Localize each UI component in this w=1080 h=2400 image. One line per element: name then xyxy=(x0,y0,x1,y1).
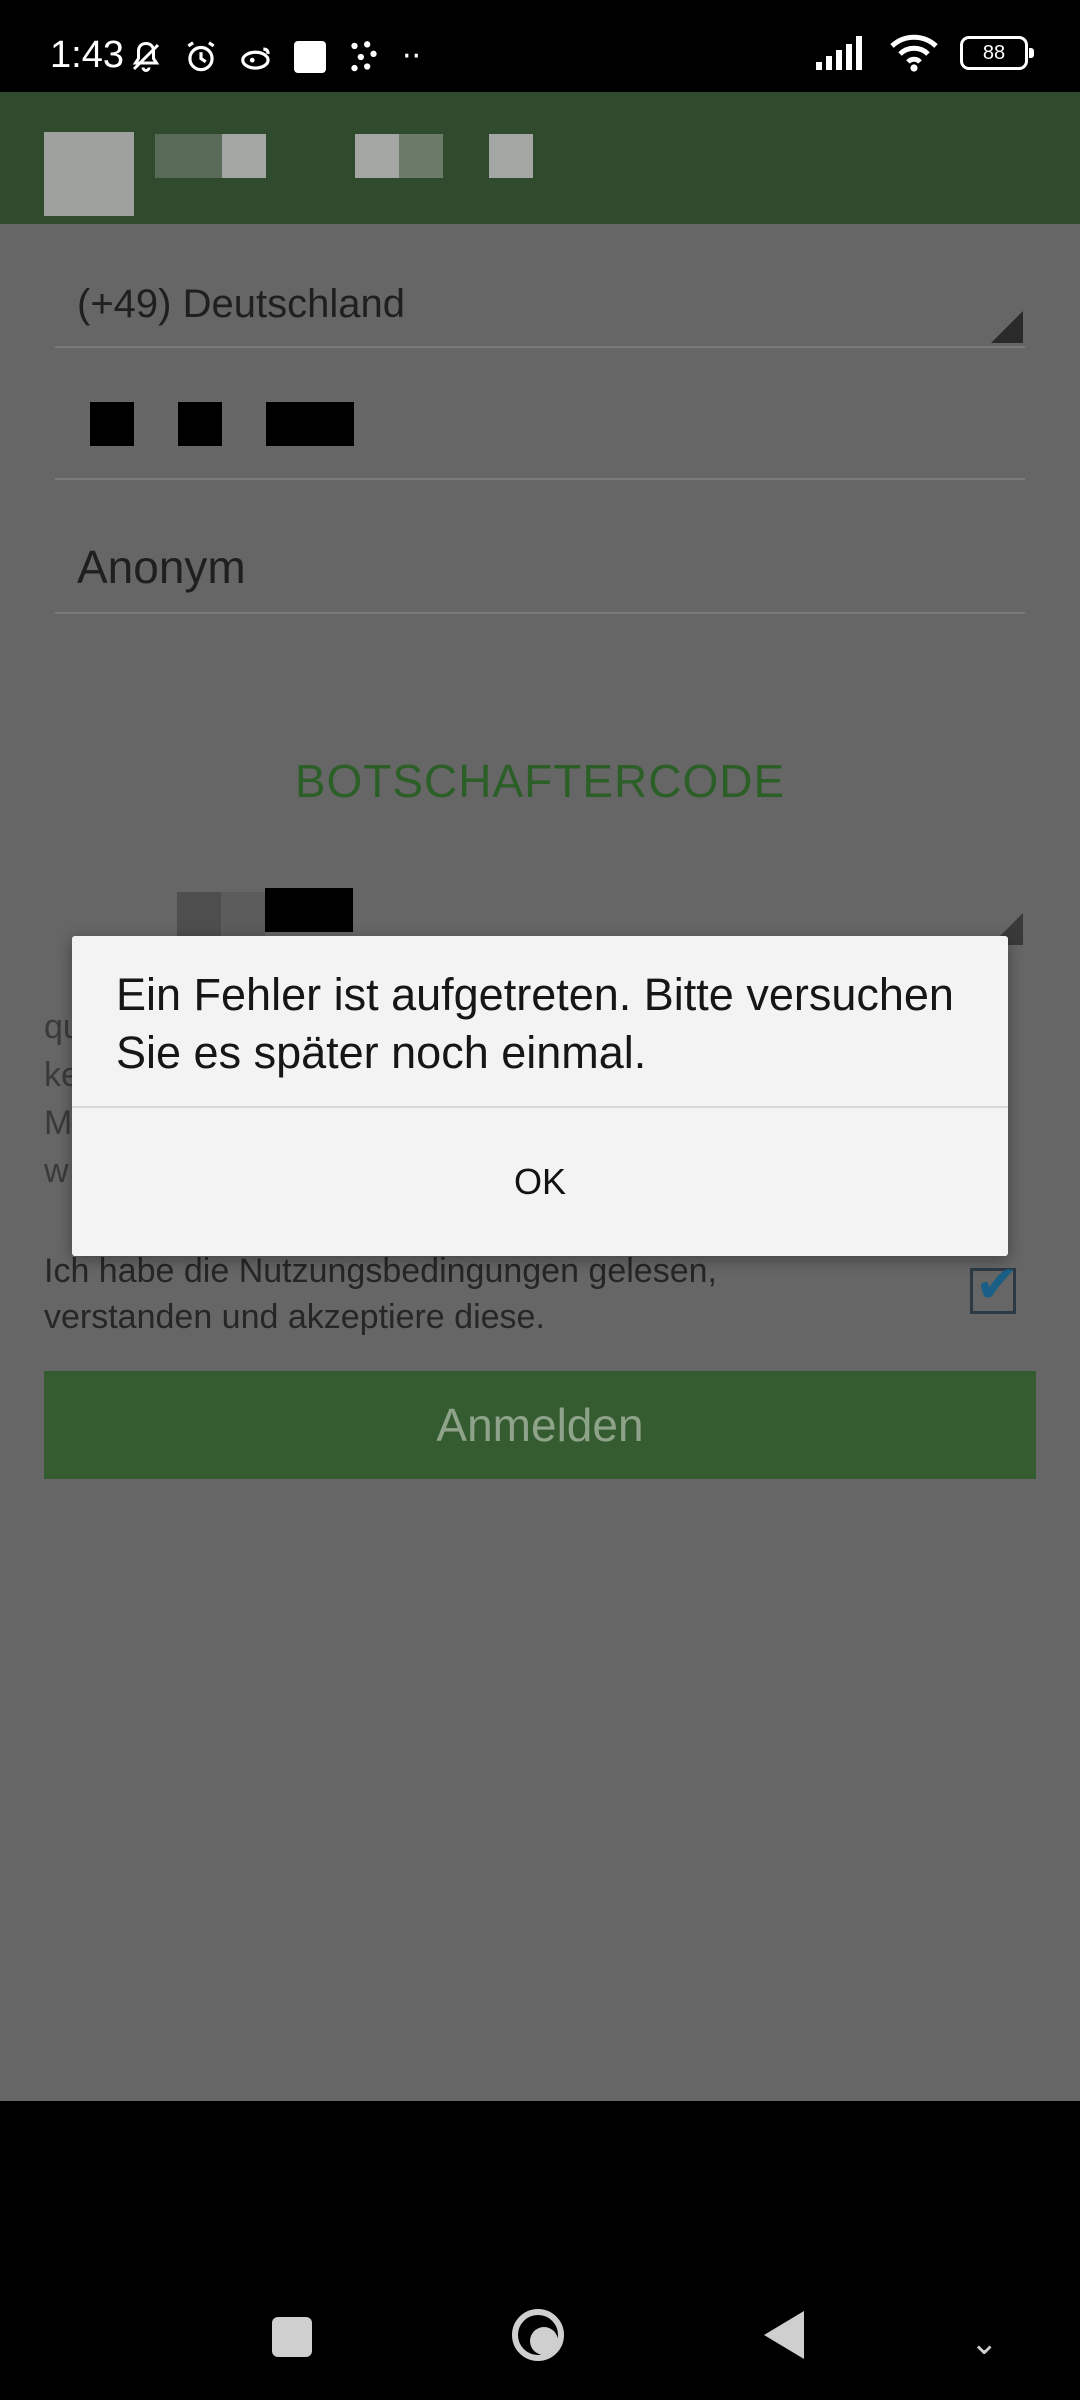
recent-apps-icon[interactable] xyxy=(272,2317,312,2357)
redacted-title-block xyxy=(222,134,266,178)
navigation-bar: ⌄ xyxy=(0,2101,1080,2400)
back-icon[interactable] xyxy=(764,2311,804,2359)
app-logo xyxy=(44,132,134,216)
wifi-icon xyxy=(890,34,938,72)
redacted-phone-block xyxy=(266,402,354,446)
dots-app-icon xyxy=(351,41,377,72)
app-bar xyxy=(0,92,1080,224)
check-icon: ✔ xyxy=(975,1255,1019,1315)
error-message: Ein Fehler ist aufgetreten. Bitte versuc… xyxy=(116,969,954,1078)
login-button[interactable]: Anmelden xyxy=(44,1371,1036,1479)
redacted-phone-block xyxy=(178,402,222,446)
ok-button[interactable]: OK xyxy=(72,1108,1008,1256)
phone-number-field[interactable] xyxy=(55,374,1025,480)
battery-icon: 88 xyxy=(960,36,1034,70)
info-text-line: w xyxy=(44,1152,69,1190)
redacted-title-block xyxy=(489,134,533,178)
country-value: (+49) Deutschland xyxy=(77,282,405,326)
more-notifications-icon: ·· xyxy=(402,39,422,74)
status-time: 1:43 xyxy=(50,34,124,76)
signal-icon xyxy=(816,36,862,70)
bell-muted-icon xyxy=(132,41,160,72)
status-bar: 1:43 ·· 88 xyxy=(0,0,1080,92)
status-left-icons: ·· xyxy=(128,38,421,76)
alarm-icon xyxy=(187,41,215,72)
country-spinner[interactable]: (+49) Deutschland xyxy=(55,274,1025,348)
redacted-title-block xyxy=(355,134,399,178)
redacted-code-block xyxy=(265,888,353,932)
redacted-code-block xyxy=(221,892,265,936)
square-notification-icon xyxy=(294,41,326,73)
dropdown-arrow-icon xyxy=(991,311,1023,343)
status-right-icons: 88 xyxy=(816,34,1034,72)
app-notification-icon xyxy=(241,47,270,70)
nav-extra-icon[interactable]: ⌄ xyxy=(970,2323,999,2363)
ambassador-code-button[interactable]: BOTSCHAFTERCODE xyxy=(0,754,1080,808)
redacted-code-block xyxy=(177,892,221,936)
error-dialog: Ein Fehler ist aufgetreten. Bitte versuc… xyxy=(72,936,1008,1256)
home-icon[interactable] xyxy=(512,2309,564,2361)
redacted-phone-block xyxy=(90,402,134,446)
redacted-title-block xyxy=(155,134,223,178)
terms-checkbox[interactable]: ✔ xyxy=(970,1259,1019,1314)
info-text-line: M xyxy=(44,1104,73,1142)
name-value: Anonym xyxy=(77,541,246,593)
terms-text: Ich habe die Nutzungsbedingungen gelesen… xyxy=(44,1252,717,1336)
name-field[interactable]: Anonym xyxy=(55,524,1025,614)
home-icon-inner xyxy=(530,2327,558,2355)
redacted-title-block xyxy=(399,134,443,178)
